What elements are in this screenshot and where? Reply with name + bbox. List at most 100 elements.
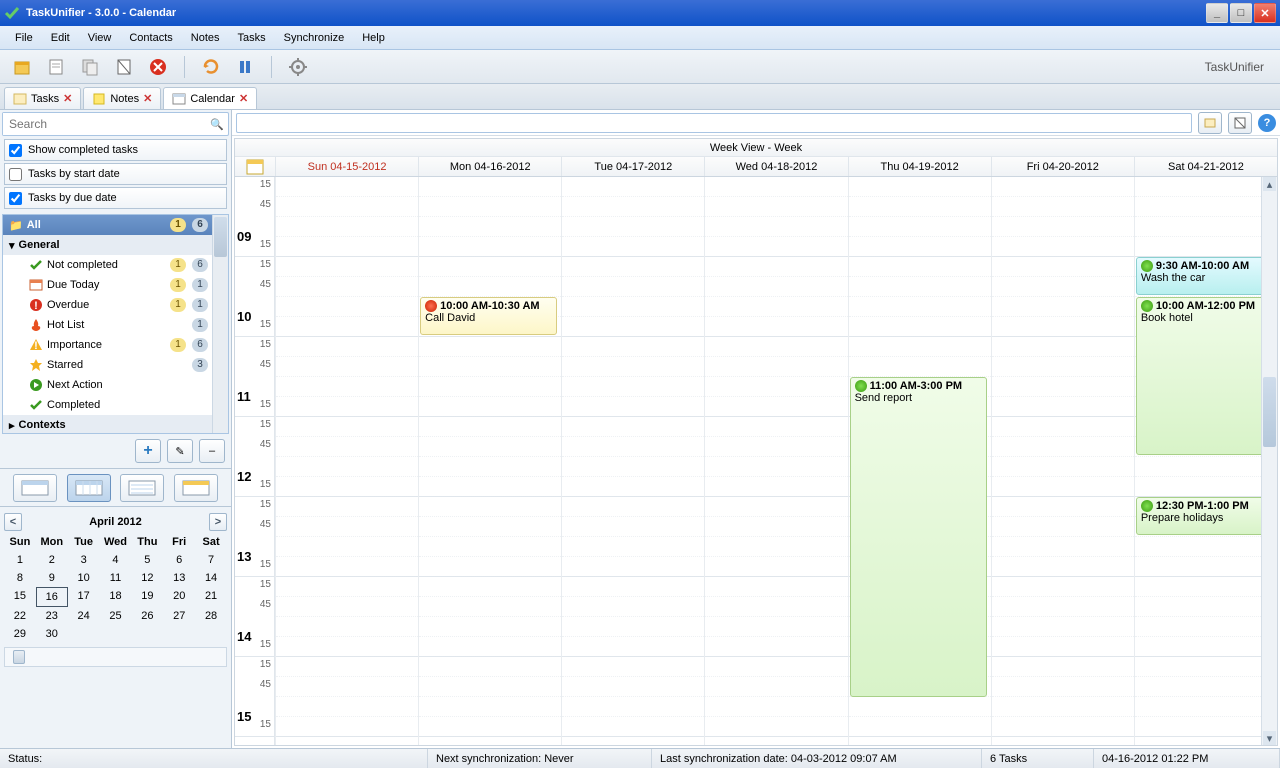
mini-day[interactable]: 21 xyxy=(195,587,227,607)
filter-show-completed[interactable]: Show completed tasks xyxy=(4,139,227,161)
filter-by-start[interactable]: Tasks by start date xyxy=(4,163,227,185)
mini-day[interactable]: 3 xyxy=(68,551,100,569)
today-button[interactable] xyxy=(1228,112,1252,134)
mini-day[interactable]: 19 xyxy=(131,587,163,607)
new-task-button[interactable] xyxy=(8,53,36,81)
mini-day[interactable]: 1 xyxy=(4,551,36,569)
menu-help[interactable]: Help xyxy=(353,28,394,48)
minimize-button[interactable]: _ xyxy=(1206,3,1228,23)
mini-day[interactable]: 9 xyxy=(36,569,68,587)
day-header[interactable]: Thu 04-19-2012 xyxy=(848,157,991,176)
mini-day[interactable]: 7 xyxy=(195,551,227,569)
settings-button[interactable] xyxy=(284,53,312,81)
zoom-slider[interactable] xyxy=(4,647,227,667)
tree-item[interactable]: Not completed 1 6 xyxy=(3,255,228,275)
day-column[interactable] xyxy=(561,177,704,745)
mini-day[interactable]: 29 xyxy=(4,625,36,643)
day-header[interactable]: Sun 04-15-2012 xyxy=(275,157,418,176)
calendar-event[interactable]: 12:30 PM-1:00 PMPrepare holidays xyxy=(1136,497,1273,535)
scroll-down-icon[interactable]: ▾ xyxy=(1263,731,1276,745)
menu-contacts[interactable]: Contacts xyxy=(120,28,181,48)
menu-view[interactable]: View xyxy=(79,28,121,48)
mini-day[interactable]: 30 xyxy=(36,625,68,643)
add-filter-button[interactable]: + xyxy=(135,439,161,463)
copy-button[interactable] xyxy=(76,53,104,81)
mini-day[interactable]: 15 xyxy=(4,587,36,607)
paste-button[interactable] xyxy=(110,53,138,81)
checkbox[interactable] xyxy=(9,168,22,181)
view-day-button[interactable] xyxy=(13,474,57,502)
mini-day[interactable]: 14 xyxy=(195,569,227,587)
menu-synchronize[interactable]: Synchronize xyxy=(275,28,354,48)
day-header[interactable]: Tue 04-17-2012 xyxy=(561,157,704,176)
view-month-button[interactable] xyxy=(174,474,218,502)
mini-day[interactable]: 4 xyxy=(100,551,132,569)
calendar-event[interactable]: 10:00 AM-12:00 PMBook hotel xyxy=(1136,297,1273,455)
new-note-button[interactable] xyxy=(42,53,70,81)
menu-file[interactable]: File xyxy=(6,28,42,48)
tree-general[interactable]: ▾ General xyxy=(3,235,228,255)
menu-notes[interactable]: Notes xyxy=(182,28,229,48)
mini-day[interactable]: 23 xyxy=(36,607,68,625)
sync-button[interactable] xyxy=(197,53,225,81)
tree-item[interactable]: Starred 3 xyxy=(3,355,228,375)
mini-day[interactable]: 20 xyxy=(163,587,195,607)
quick-add-button[interactable] xyxy=(1198,112,1222,134)
day-column[interactable] xyxy=(991,177,1134,745)
calendar-body[interactable]: 1545091515451015154511151545121515451315… xyxy=(235,177,1277,745)
delete-button[interactable] xyxy=(144,53,172,81)
mini-day[interactable]: 2 xyxy=(36,551,68,569)
filter-by-due[interactable]: Tasks by due date xyxy=(4,187,227,209)
calendar-event[interactable]: 9:30 AM-10:00 AMWash the car xyxy=(1136,257,1273,295)
tree-item[interactable]: ! Overdue 1 1 xyxy=(3,295,228,315)
tab-tasks[interactable]: Tasks ✕ xyxy=(4,87,81,109)
menu-tasks[interactable]: Tasks xyxy=(229,28,275,48)
tab-notes[interactable]: Notes ✕ xyxy=(83,87,161,109)
help-icon[interactable]: ? xyxy=(1258,114,1276,132)
mini-day[interactable]: 13 xyxy=(163,569,195,587)
search-icon[interactable]: 🔍 xyxy=(206,113,228,135)
tab-close-icon[interactable]: ✕ xyxy=(239,92,248,105)
mini-day[interactable]: 5 xyxy=(131,551,163,569)
calendar-scrollbar[interactable]: ▴ ▾ xyxy=(1261,177,1277,745)
mini-day[interactable]: 22 xyxy=(4,607,36,625)
tree-all[interactable]: 📁 All 1 6 xyxy=(3,215,228,235)
tab-close-icon[interactable]: ✕ xyxy=(63,92,72,105)
checkbox[interactable] xyxy=(9,144,22,157)
search-input[interactable] xyxy=(3,113,206,135)
tab-calendar[interactable]: Calendar ✕ xyxy=(163,87,257,109)
mini-day[interactable]: 24 xyxy=(68,607,100,625)
calendar-event[interactable]: 10:00 AM-10:30 AMCall David xyxy=(420,297,557,335)
mini-day[interactable]: 10 xyxy=(68,569,100,587)
tree-item[interactable]: Next Action xyxy=(3,375,228,395)
mini-day[interactable]: 17 xyxy=(68,587,100,607)
tree-scrollbar[interactable] xyxy=(212,215,228,433)
day-column[interactable] xyxy=(275,177,418,745)
mini-day[interactable]: 12 xyxy=(131,569,163,587)
scroll-thumb[interactable] xyxy=(1263,377,1276,447)
mini-day[interactable]: 11 xyxy=(100,569,132,587)
mini-day[interactable]: 8 xyxy=(4,569,36,587)
mini-day[interactable]: 26 xyxy=(131,607,163,625)
day-header[interactable]: Sat 04-21-2012 xyxy=(1134,157,1277,176)
checkbox[interactable] xyxy=(9,192,22,205)
scroll-up-icon[interactable]: ▴ xyxy=(1263,177,1276,191)
day-header[interactable]: Mon 04-16-2012 xyxy=(418,157,561,176)
tree-item[interactable]: Completed xyxy=(3,395,228,415)
day-column[interactable] xyxy=(704,177,847,745)
day-header[interactable]: Wed 04-18-2012 xyxy=(704,157,847,176)
mini-day[interactable]: 28 xyxy=(195,607,227,625)
calendar-event[interactable]: 11:00 AM-3:00 PMSend report xyxy=(850,377,987,697)
tab-close-icon[interactable]: ✕ xyxy=(143,92,152,105)
close-button[interactable]: ✕ xyxy=(1254,3,1276,23)
menu-edit[interactable]: Edit xyxy=(42,28,79,48)
quick-add-input[interactable] xyxy=(236,113,1192,133)
tree-item[interactable]: Hot List 1 xyxy=(3,315,228,335)
prev-month-button[interactable]: < xyxy=(4,513,22,531)
mini-day[interactable]: 25 xyxy=(100,607,132,625)
edit-filter-button[interactable]: ✎ xyxy=(167,439,193,463)
delete-filter-button[interactable]: – xyxy=(199,439,225,463)
tree-item[interactable]: Due Today 1 1 xyxy=(3,275,228,295)
day-column[interactable] xyxy=(418,177,561,745)
mini-day[interactable]: 27 xyxy=(163,607,195,625)
